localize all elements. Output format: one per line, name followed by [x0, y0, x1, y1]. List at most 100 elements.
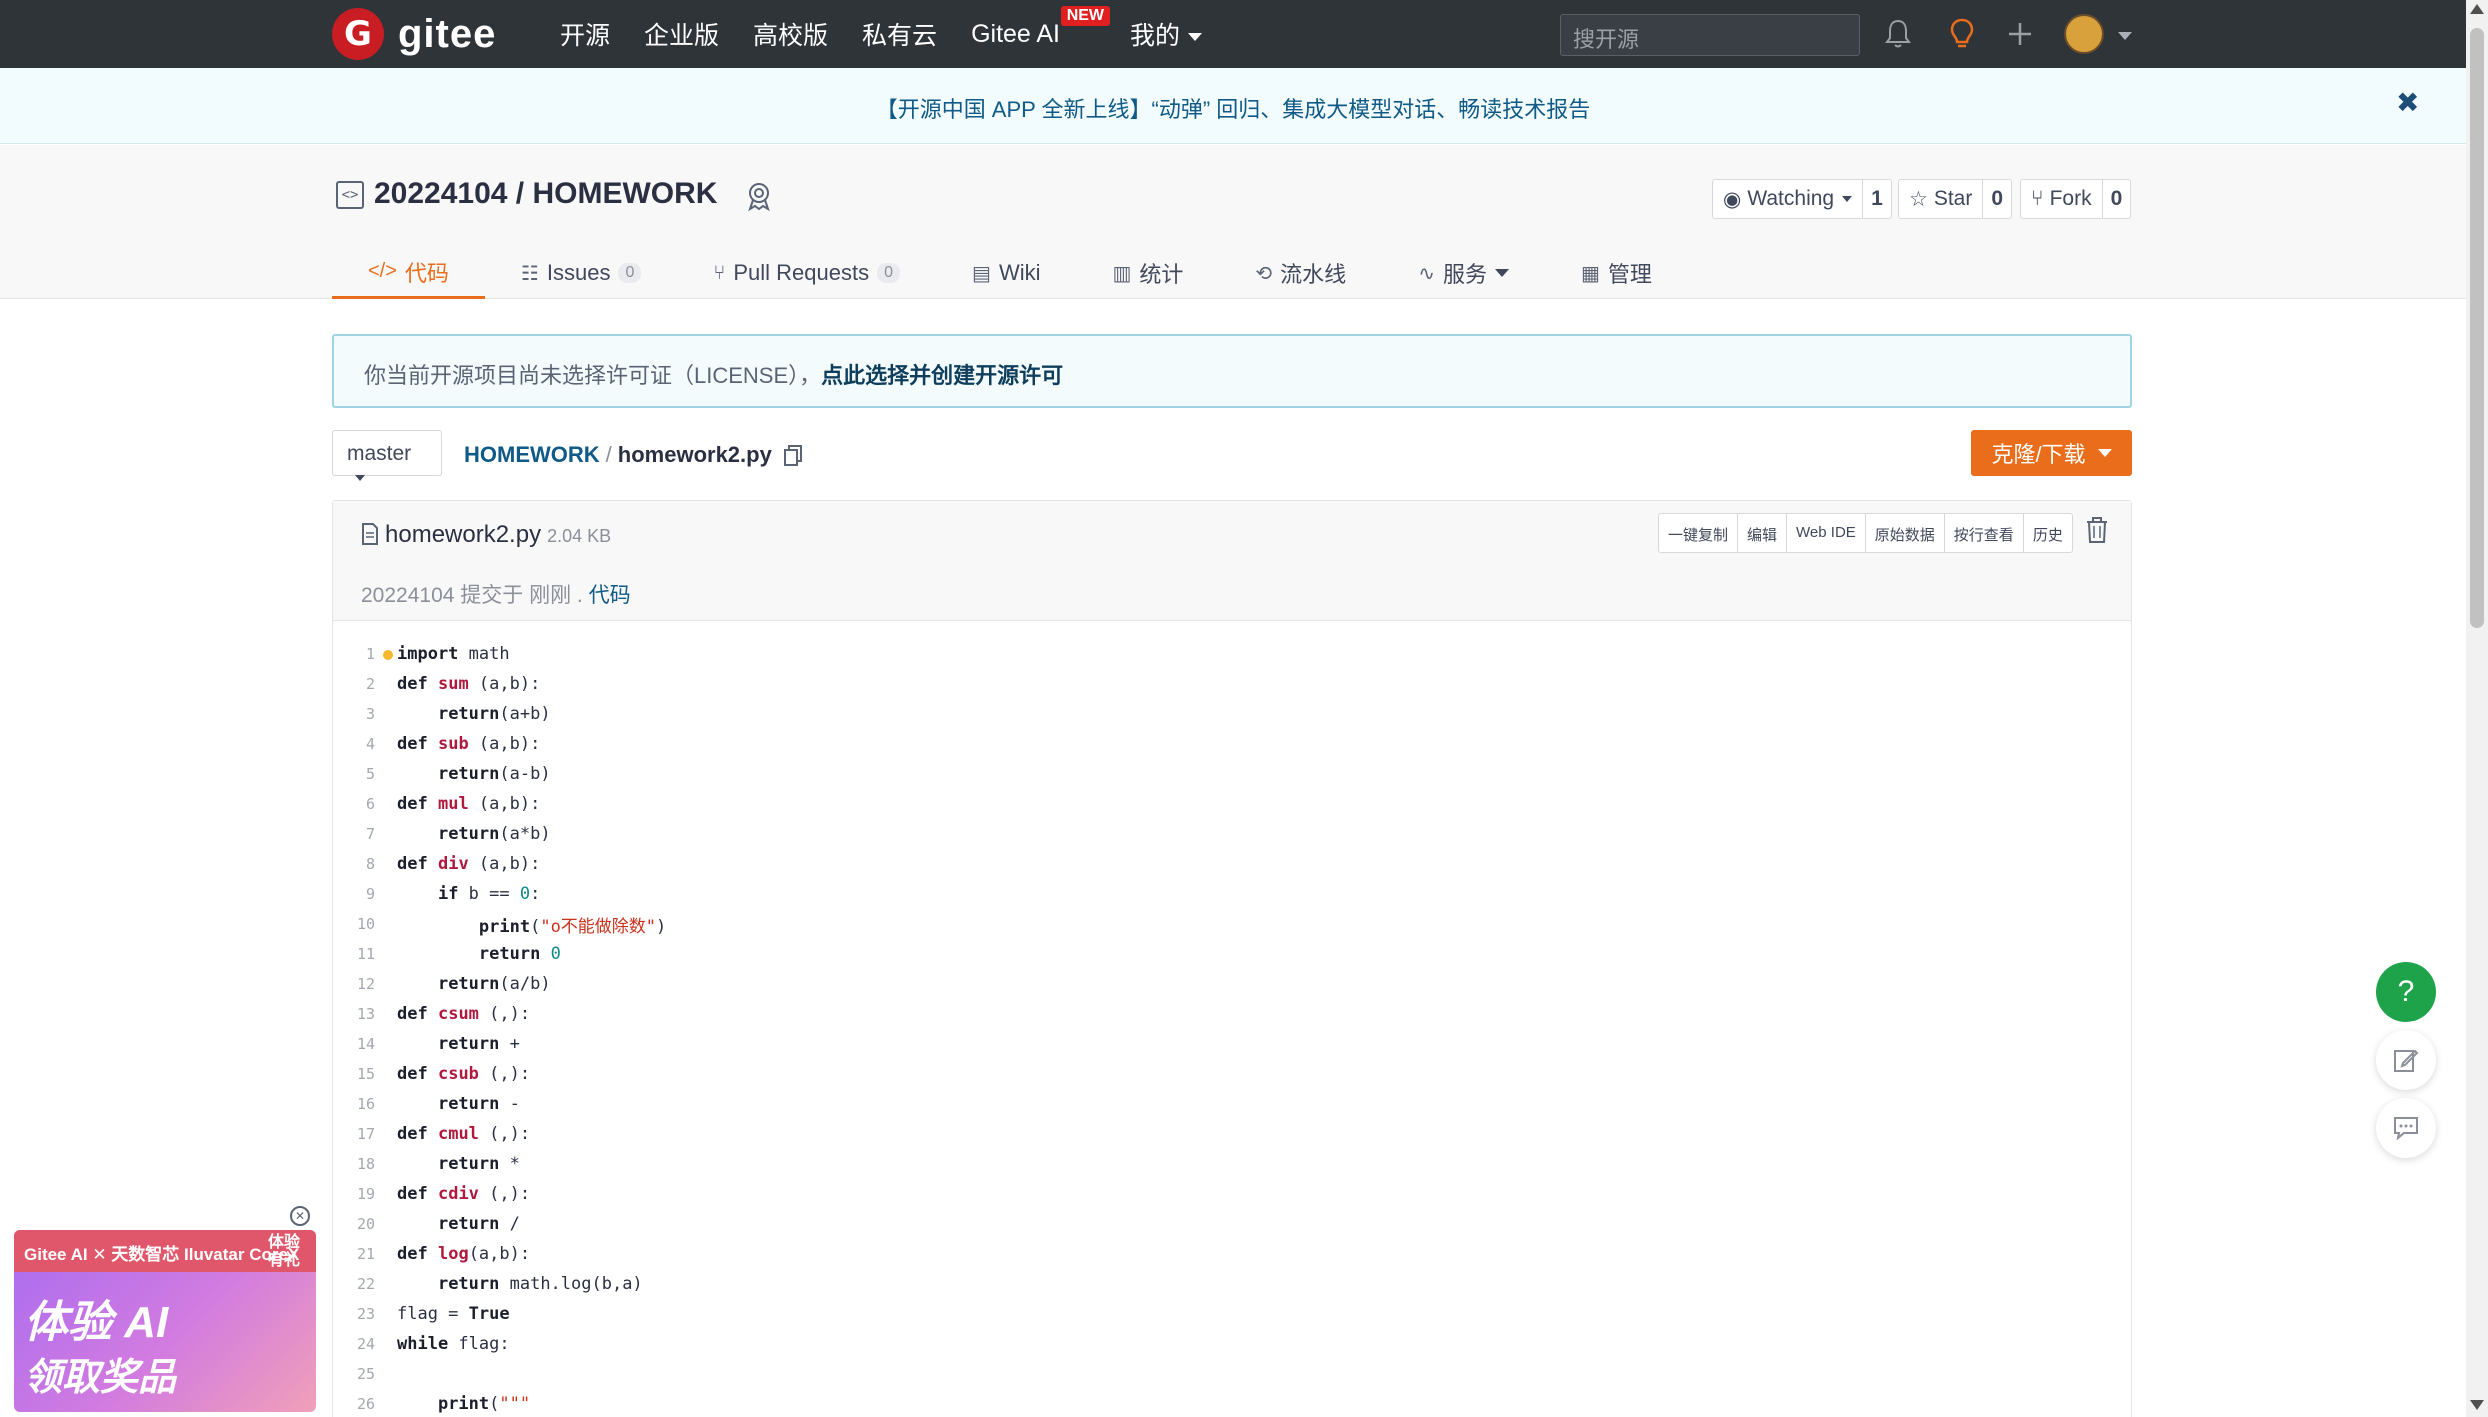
avatar[interactable] — [2064, 14, 2104, 54]
code-text: return / — [437, 1214, 520, 1234]
tab-manage[interactable]: ▦ 管理 — [1545, 247, 1688, 299]
file-panel: homework2.py 2.04 KB 一键复制 编辑 Web IDE 原始数据… — [332, 500, 2132, 1417]
line-number[interactable]: 10 — [333, 915, 389, 933]
watch-button[interactable]: ◉ Watching 1 — [1712, 179, 1892, 219]
notification-bell-icon[interactable] — [1880, 16, 1916, 52]
nav-link-mine[interactable]: 我的 — [1130, 16, 1203, 52]
line-number[interactable]: 18 — [333, 1155, 389, 1173]
line-number[interactable]: 13 — [333, 1005, 389, 1023]
tab-services[interactable]: ∿ 服务 — [1382, 247, 1545, 299]
plus-icon[interactable] — [2002, 16, 2038, 52]
star-button[interactable]: ☆ Star 0 — [1898, 179, 2013, 219]
line-number[interactable]: 14 — [333, 1035, 389, 1053]
line-number[interactable]: 25 — [333, 1365, 389, 1383]
line-number[interactable]: 6 — [333, 795, 389, 813]
close-icon[interactable]: ✖ — [2396, 86, 2419, 119]
pulse-icon: ∿ — [1418, 262, 1435, 285]
nav-link-gitee-ai[interactable]: Gitee AI NEW — [971, 5, 1111, 49]
license-notice-text: 你当前开源项目尚未选择许可证（LICENSE）， — [364, 363, 822, 388]
fork-count[interactable]: 0 — [2103, 180, 2131, 218]
tab-pipeline-label: 流水线 — [1280, 262, 1347, 287]
line-number[interactable]: 3 — [333, 705, 389, 723]
delete-file-icon[interactable] — [2085, 517, 2109, 543]
clone-download-button[interactable]: 克隆/下载 — [1971, 430, 2132, 476]
line-number[interactable]: 19 — [333, 1185, 389, 1203]
breadcrumb-repo[interactable]: HOMEWORK — [464, 442, 600, 467]
tab-issues[interactable]: ☷ Issues 0 — [485, 247, 677, 299]
help-button[interactable]: ? — [2376, 962, 2436, 1022]
code-line: 22 return math.log(b,a) — [333, 1269, 2131, 1299]
announcement-text[interactable]: 【开源中国 APP 全新上线】“动弹” 回归、集成大模型对话、畅读技术报告 — [0, 92, 2466, 124]
fork-label-wrap: ⑂ Fork — [2021, 180, 2103, 218]
repo-code-icon: <> — [336, 181, 364, 209]
search-input[interactable]: 搜开源 — [1560, 14, 1860, 56]
code-line: 25 — [333, 1359, 2131, 1389]
fork-button[interactable]: ⑂ Fork 0 — [2020, 179, 2132, 219]
project-title[interactable]: 20224104 / HOMEWORK — [374, 177, 717, 211]
line-number[interactable]: 7 — [333, 825, 389, 843]
nav-link-private-cloud[interactable]: 私有云 — [862, 16, 937, 52]
code-line: 15 def csub (,): — [333, 1059, 2131, 1089]
lightbulb-icon[interactable] — [1944, 16, 1980, 52]
copy-all-button[interactable]: 一键复制 — [1659, 514, 1739, 552]
award-badge-icon[interactable] — [744, 181, 774, 211]
line-number[interactable]: 4 — [333, 735, 389, 753]
create-license-link[interactable]: 点此选择并创建开源许可 — [821, 363, 1063, 388]
page: G gitee 开源 企业版 高校版 私有云 Gitee AI NEW 我的 搜开… — [0, 0, 2488, 1417]
line-number[interactable]: 20 — [333, 1215, 389, 1233]
code-line: 13 def csum (,): — [333, 999, 2131, 1029]
scroll-up-arrow-icon[interactable] — [2470, 4, 2484, 14]
code-icon: </> — [368, 260, 397, 282]
nav-link-opensource[interactable]: 开源 — [560, 16, 610, 52]
nav-link-education[interactable]: 高校版 — [753, 16, 828, 52]
feedback-button[interactable] — [2376, 1030, 2436, 1090]
line-number[interactable]: 8 — [333, 855, 389, 873]
code-line: 19 def cdiv (,): — [333, 1179, 2131, 1209]
scrollbar-thumb[interactable] — [2470, 28, 2484, 628]
line-number[interactable]: 21 — [333, 1245, 389, 1263]
chat-button[interactable] — [2376, 1098, 2436, 1158]
branch-select[interactable]: master — [332, 430, 442, 482]
gitee-logo[interactable]: G gitee — [332, 8, 496, 60]
code-text: print("o不能做除数") — [478, 916, 667, 937]
line-number[interactable]: 9 — [333, 885, 389, 903]
line-number[interactable]: 11 — [333, 945, 389, 963]
code-line: 16 return - — [333, 1089, 2131, 1119]
line-number[interactable]: 12 — [333, 975, 389, 993]
chat-icon — [2394, 1117, 2418, 1140]
history-button[interactable]: 历史 — [2024, 514, 2072, 552]
promo-ad[interactable]: Gitee AI ✕ 天数智芯 Iluvatar CoreX 体验有礼 体验 A… — [14, 1230, 316, 1412]
edit-button[interactable]: 编辑 — [1738, 514, 1788, 552]
code-text: def cmul (,): — [397, 1124, 531, 1144]
wiki-icon: ▤ — [972, 262, 991, 285]
line-number[interactable]: 23 — [333, 1305, 389, 1323]
line-number[interactable]: 22 — [333, 1275, 389, 1293]
commit-link[interactable]: 代码 — [589, 584, 631, 607]
clone-download-label: 克隆/下载 — [1991, 442, 2086, 467]
code-text: if b == 0: — [437, 884, 541, 904]
tab-pull-requests[interactable]: ⑂ Pull Requests 0 — [677, 247, 936, 299]
tab-wiki[interactable]: ▤ Wiki — [936, 247, 1076, 299]
line-number[interactable]: 1 — [333, 645, 393, 663]
line-number[interactable]: 2 — [333, 675, 389, 693]
watch-count[interactable]: 1 — [1863, 180, 1891, 218]
blame-button[interactable]: 按行查看 — [1945, 514, 2024, 552]
star-count[interactable]: 0 — [1983, 180, 2011, 218]
nav-link-enterprise[interactable]: 企业版 — [644, 16, 719, 52]
ad-close-icon[interactable]: ✕ — [290, 1206, 310, 1226]
line-number[interactable]: 15 — [333, 1065, 389, 1083]
web-ide-button[interactable]: Web IDE — [1787, 514, 1866, 552]
tab-code[interactable]: </> 代码 — [332, 247, 485, 299]
line-number[interactable]: 26 — [333, 1395, 389, 1413]
scrollbar[interactable] — [2466, 0, 2488, 1417]
line-number[interactable]: 16 — [333, 1095, 389, 1113]
tab-pipeline[interactable]: ⟲ 流水线 — [1219, 247, 1382, 299]
tab-stats[interactable]: ▥ 统计 — [1076, 247, 1219, 299]
line-number[interactable]: 24 — [333, 1335, 389, 1353]
raw-button[interactable]: 原始数据 — [1866, 514, 1945, 552]
line-number[interactable]: 5 — [333, 765, 389, 783]
scroll-down-arrow-icon[interactable] — [2470, 1400, 2484, 1410]
avatar-chevron-down-icon[interactable] — [2118, 32, 2132, 40]
line-number[interactable]: 17 — [333, 1125, 389, 1143]
copy-path-icon[interactable] — [783, 445, 802, 467]
